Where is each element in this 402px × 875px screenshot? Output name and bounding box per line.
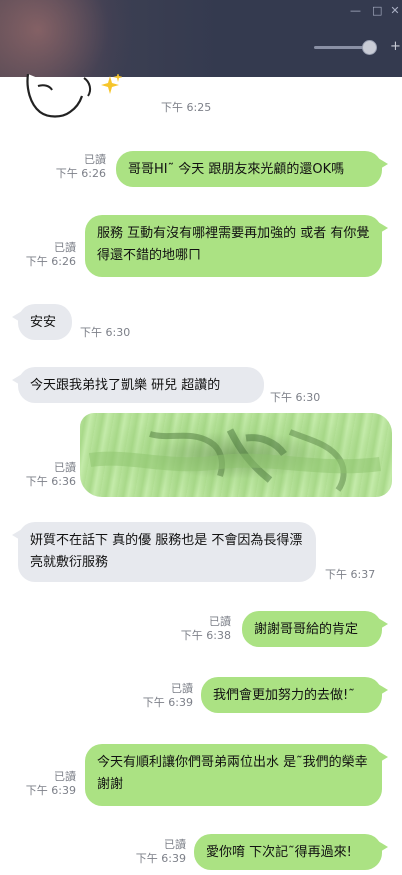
message-meta: 已讀 下午 6:26 xyxy=(50,153,106,181)
censor-scribble xyxy=(88,428,381,492)
message-time: 下午 6:30 xyxy=(270,391,321,404)
read-receipt: 已讀 xyxy=(164,838,186,851)
zoom-in-icon[interactable]: + xyxy=(390,39,401,54)
zoom-slider-handle[interactable] xyxy=(362,40,377,55)
outgoing-message-bubble[interactable]: 服務 互動有沒有哪裡需要再加強的 或者 有你覺得還不錯的地哪ㄇ xyxy=(85,215,388,277)
message-time: 下午 6:26 xyxy=(55,167,106,180)
header-background-art xyxy=(0,0,150,77)
outgoing-message-bubble[interactable]: 哥哥HI˜ 今天 跟朋友來光顧的還OK嗎 xyxy=(116,151,388,187)
message-time: 下午 6:38 xyxy=(180,629,231,642)
message-time: 下午 6:26 xyxy=(25,255,76,268)
outgoing-message-bubble[interactable]: 我們會更加努力的去做!˜ xyxy=(201,677,388,713)
message-time: 下午 6:39 xyxy=(25,784,76,797)
minimize-icon[interactable]: — xyxy=(350,5,361,16)
message-time: 下午 6:30 xyxy=(80,326,131,339)
outgoing-message-bubble[interactable]: 愛你唷 下次記˜得再過來! xyxy=(194,834,388,870)
chat-header: — □ ✕ + xyxy=(0,0,402,77)
incoming-message-bubble[interactable]: 妍質不在話下 真的優 服務也是 不會因為長得漂亮就敷衍服務 xyxy=(12,522,316,582)
sticker-image[interactable] xyxy=(22,74,122,122)
incoming-message-bubble[interactable]: 今天跟我弟找了凱樂 研兒 超讚的 xyxy=(12,367,264,403)
close-icon[interactable]: ✕ xyxy=(390,5,400,16)
read-receipt: 已讀 xyxy=(54,770,76,783)
message-time: 下午 6:25 xyxy=(161,101,212,114)
message-meta: 已讀 下午 6:26 xyxy=(20,241,76,269)
read-receipt: 已讀 xyxy=(54,461,76,474)
read-receipt: 已讀 xyxy=(171,682,193,695)
message-meta: 已讀 下午 6:39 xyxy=(137,682,193,710)
maximize-icon[interactable]: □ xyxy=(372,5,382,16)
message-time: 下午 6:39 xyxy=(135,852,186,865)
read-receipt: 已讀 xyxy=(54,241,76,254)
message-meta: 已讀 下午 6:39 xyxy=(20,770,76,798)
outgoing-message-bubble[interactable]: 今天有順利讓你們哥弟兩位出水 是˜我們的榮幸 謝謝 xyxy=(85,744,388,806)
message-meta: 已讀 下午 6:39 xyxy=(130,838,186,866)
outgoing-message-bubble[interactable]: 謝謝哥哥給的肯定 xyxy=(242,611,388,647)
message-meta: 已讀 下午 6:38 xyxy=(175,615,231,643)
incoming-message-bubble[interactable]: 安安 xyxy=(12,304,72,340)
message-time: 下午 6:37 xyxy=(325,568,376,581)
message-meta: 已讀 下午 6:36 xyxy=(20,461,76,489)
read-receipt: 已讀 xyxy=(209,615,231,628)
message-time: 下午 6:36 xyxy=(25,475,76,488)
message-time: 下午 6:39 xyxy=(142,696,193,709)
read-receipt: 已讀 xyxy=(84,153,106,166)
